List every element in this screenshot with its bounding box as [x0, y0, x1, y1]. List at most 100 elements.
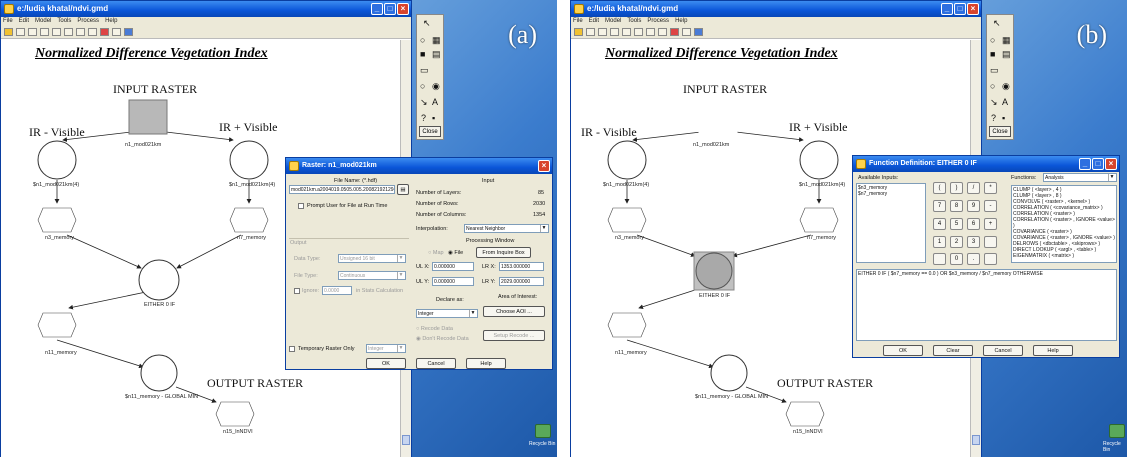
close-button[interactable]: × [967, 3, 979, 15]
maximize-button[interactable]: □ [1092, 158, 1104, 170]
available-inputs-list[interactable]: $n3_memory $n7_memory [856, 183, 926, 263]
file-name-field[interactable]: mod021km.a2004019.0505.005.2008219212946… [289, 185, 395, 194]
function-tool-icon[interactable]: ○ [990, 81, 995, 91]
list-item[interactable]: CORRELATION ( <raster> , IGNORE <value> … [1013, 217, 1115, 229]
input-raster-node[interactable] [128, 99, 168, 135]
key-close-paren[interactable]: ) [950, 182, 963, 194]
menu-tools[interactable]: Tools [627, 17, 641, 26]
matrix-tool-icon[interactable]: ■ [990, 49, 995, 59]
raster-tool-icon[interactable]: ○ [420, 35, 425, 45]
list-item[interactable]: EIGENMATRIX ( <matrix> ) [1013, 253, 1115, 259]
lock-tool-icon[interactable]: ▪ [1002, 113, 1005, 123]
scalar-tool-icon[interactable]: ▭ [990, 65, 999, 76]
key-blank[interactable] [984, 236, 997, 248]
paste-icon[interactable] [76, 28, 85, 36]
temporary-raster-checkbox[interactable] [289, 346, 295, 352]
either-if-node[interactable] [695, 252, 733, 290]
prompt-user-checkbox[interactable] [298, 203, 304, 209]
print-icon[interactable] [40, 28, 49, 36]
function-tool-icon[interactable]: ○ [420, 81, 425, 91]
key-1[interactable]: 1 [933, 236, 946, 248]
minimize-button[interactable]: _ [371, 3, 383, 15]
key-multiply[interactable]: * [984, 182, 997, 194]
help-tool-icon[interactable]: ? [421, 113, 426, 123]
menu-edit[interactable]: Edit [19, 17, 29, 26]
key-6[interactable]: 6 [967, 218, 980, 230]
key-dot[interactable]: . [967, 253, 980, 265]
output-raster-node[interactable] [215, 401, 255, 427]
open-file-button[interactable]: ▤ [397, 184, 409, 195]
pointer-icon[interactable]: ↖ [993, 18, 1001, 29]
maximize-button[interactable]: □ [384, 3, 396, 15]
zoom-fit-icon[interactable] [682, 28, 691, 36]
key-5[interactable]: 5 [950, 218, 963, 230]
cancel-button[interactable]: Cancel [983, 345, 1023, 356]
n7-memory-node[interactable] [229, 207, 269, 233]
key-2[interactable]: 2 [950, 236, 963, 248]
close-button[interactable]: × [397, 3, 409, 15]
key-blank-3[interactable] [984, 253, 997, 265]
criteria-tool-icon[interactable]: ◉ [432, 81, 440, 92]
ir-plus-node[interactable] [799, 140, 839, 180]
lry-field[interactable]: 2029.000000 [499, 277, 544, 286]
menu-help[interactable]: Help [105, 17, 117, 26]
interpolation-select[interactable]: Nearest Neighbor ▼ [464, 224, 549, 233]
ulx-field[interactable]: 0.000000 [432, 262, 474, 271]
text-tool-icon[interactable]: A [432, 97, 438, 107]
save-icon[interactable] [598, 28, 607, 36]
temporary-type-select[interactable]: Integer ▼ [366, 344, 406, 353]
input-raster-node[interactable] [698, 99, 738, 135]
key-0[interactable]: 0 [950, 253, 963, 265]
functions-list[interactable]: CLUMP ( <layer> , 4 ) CLUMP ( <layer> , … [1011, 185, 1117, 263]
expression-editor[interactable]: EITHER 0 IF ( $n7_memory == 0.0 ) OR $n3… [856, 269, 1117, 341]
menu-file[interactable]: File [573, 17, 583, 26]
menu-process[interactable]: Process [647, 17, 669, 26]
key-8[interactable]: 8 [950, 200, 963, 212]
file-type-select[interactable]: Continuous ▼ [338, 271, 406, 280]
key-plus[interactable]: + [984, 218, 997, 230]
criteria-tool-icon[interactable]: ◉ [1002, 81, 1010, 92]
n11-memory-node[interactable] [607, 312, 647, 338]
save-icon[interactable] [28, 28, 37, 36]
menu-help[interactable]: Help [675, 17, 687, 26]
key-4[interactable]: 4 [933, 218, 946, 230]
file-radio[interactable]: ◉ File [448, 250, 463, 256]
ir-plus-node[interactable] [229, 140, 269, 180]
global-min-node[interactable] [140, 354, 178, 392]
n11-memory-node[interactable] [37, 312, 77, 338]
open-icon[interactable] [574, 28, 583, 36]
zoom-icon[interactable] [124, 28, 133, 36]
minimize-button[interactable]: _ [1079, 158, 1091, 170]
palette-close-button[interactable]: Close [419, 126, 441, 137]
output-raster-node[interactable] [785, 401, 825, 427]
key-3[interactable]: 3 [967, 236, 980, 248]
ok-button[interactable]: OK [366, 358, 406, 369]
palette-close-button[interactable]: Close [989, 126, 1011, 137]
text-tool-icon[interactable]: A [1002, 97, 1008, 107]
zoom-icon[interactable] [694, 28, 703, 36]
select-icon[interactable] [658, 28, 667, 36]
connect-tool-icon[interactable]: ↘ [990, 97, 998, 108]
n3-memory-node[interactable] [607, 207, 647, 233]
raster-tool-icon[interactable]: ○ [990, 35, 995, 45]
key-divide[interactable]: / [967, 182, 980, 194]
new-icon[interactable] [16, 28, 25, 36]
ir-minus-node[interactable] [37, 140, 77, 180]
dont-recode-radio[interactable]: ◉ Don't Recode Data [416, 336, 469, 342]
help-button[interactable]: Help [466, 358, 506, 369]
recycle-bin-icon[interactable] [535, 424, 551, 438]
either-if-node[interactable] [138, 259, 180, 301]
cut-icon[interactable] [52, 28, 61, 36]
zoom-fit-icon[interactable] [112, 28, 121, 36]
dialog-close-button[interactable]: × [1105, 158, 1117, 170]
help-button[interactable]: Help [1033, 345, 1073, 356]
menu-file[interactable]: File [3, 17, 13, 26]
open-icon[interactable] [4, 28, 13, 36]
maximize-button[interactable]: □ [954, 3, 966, 15]
setup-recode-button[interactable]: Setup Recode ... [483, 330, 545, 341]
vector-tool-icon[interactable]: ▦ [432, 35, 441, 46]
menu-edit[interactable]: Edit [589, 17, 599, 26]
table-tool-icon[interactable]: ▤ [1002, 49, 1011, 60]
n3-memory-node[interactable] [37, 207, 77, 233]
list-item[interactable]: $n7_memory [858, 191, 924, 197]
